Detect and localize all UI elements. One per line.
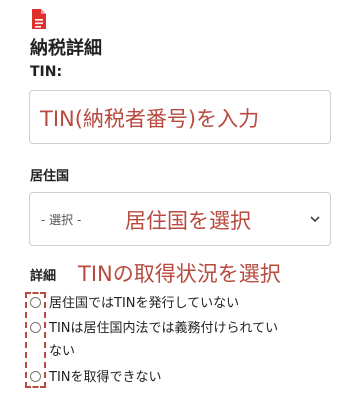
radio-option-label: TINは居住国内法では義務付けられてい (49, 321, 279, 336)
residence-select-hint: 居住国を選択 (125, 209, 251, 233)
details-label: 詳細 (30, 269, 57, 284)
section-title: 納税詳細 (30, 38, 102, 59)
radio-option-label: TINを取得できない (49, 370, 162, 385)
radio-option-cannot-obtain[interactable] (30, 371, 41, 382)
radio-option-not-required[interactable] (30, 322, 41, 333)
tin-label: TIN: (30, 64, 63, 80)
chevron-down-icon (310, 216, 320, 223)
radio-option-not-issued[interactable] (30, 297, 41, 308)
tin-input-hint: TIN(納税者番号)を入力 (40, 107, 260, 131)
details-hint: TINの取得状況を選択 (78, 262, 281, 286)
residence-select-placeholder: - 選択 - (41, 213, 82, 227)
document-icon (32, 9, 46, 29)
tin-input[interactable]: TIN(納税者番号)を入力 (29, 90, 331, 144)
radio-option-label-continued: ない (49, 344, 76, 359)
radio-option-label: 居住国ではTINを発行していない (49, 296, 240, 311)
residence-select[interactable]: - 選択 - 居住国を選択 (29, 192, 331, 246)
residence-label: 居住国 (30, 169, 70, 184)
